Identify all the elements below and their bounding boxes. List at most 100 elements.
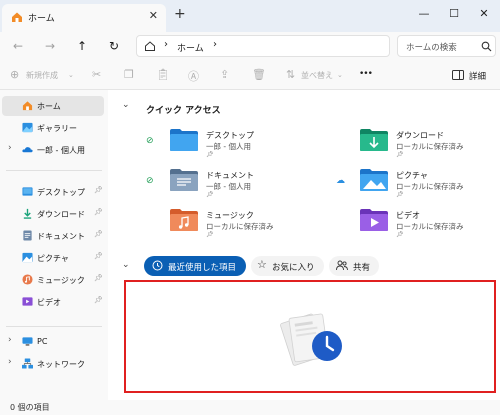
pin-icon: 📌︎ [94, 230, 103, 238]
item-location: ローカルに保存済み [396, 142, 464, 151]
quick-access-desktop[interactable]: デスクトップ 一郎 - 個人用 📌︎ [170, 126, 320, 160]
pin-icon: 📌︎ [396, 151, 404, 158]
chevron-right-icon[interactable]: › [213, 39, 217, 50]
pin-icon: 📌︎ [396, 231, 404, 238]
forward-button[interactable]: → [40, 37, 60, 55]
sidebar-item-label: ミュージック [37, 276, 85, 285]
sidebar-item-network[interactable]: › ネットワーク [2, 354, 104, 374]
chevron-right-icon[interactable]: › [8, 357, 12, 367]
new-button[interactable]: 新規作成 [26, 70, 58, 81]
cut-icon[interactable]: ✂ [92, 68, 101, 81]
divider [6, 326, 102, 327]
sidebar-item-onedrive[interactable]: › 一郎 - 個人用 [2, 140, 104, 160]
sidebar-item-documents[interactable]: ドキュメント 📌︎ [2, 226, 104, 246]
quick-access-music[interactable]: ミュージック ローカルに保存済み 📌︎ [170, 206, 320, 240]
share-icon[interactable]: ⇪ [220, 68, 229, 81]
sidebar-item-desktop[interactable]: デスクトップ 📌︎ [2, 182, 104, 202]
item-name: ミュージック [206, 211, 254, 220]
desktop-icon [22, 187, 33, 196]
status-bar: 0 個の項目 [0, 400, 500, 415]
pin-icon: 📌︎ [206, 151, 214, 158]
copy-icon[interactable]: ❐ [124, 68, 134, 81]
pin-icon: 📌︎ [206, 191, 214, 198]
item-name: ダウンロード [396, 131, 444, 140]
chevron-down-icon[interactable]: ⌄ [122, 260, 130, 270]
item-location: ローカルに保存済み [396, 222, 464, 231]
sidebar-item-label: ダウンロード [37, 210, 85, 219]
more-options-button[interactable]: ••• [359, 69, 373, 79]
up-button[interactable]: ↑ [72, 37, 92, 55]
sidebar-item-gallery[interactable]: ギャラリー [2, 118, 104, 138]
videos-folder-icon [360, 209, 388, 231]
chevron-right-icon[interactable]: › [8, 143, 12, 153]
download-icon [23, 208, 32, 219]
empty-recent-illustration-icon [280, 313, 342, 366]
network-icon [22, 358, 33, 369]
tab-shared[interactable]: 共有 [329, 256, 379, 276]
sidebar-item-downloads[interactable]: ダウンロード 📌︎ [2, 204, 104, 224]
delete-icon[interactable]: 🗑︎ [252, 68, 266, 81]
sidebar-item-label: ピクチャ [37, 254, 69, 263]
new-icon: ⊕ [10, 68, 20, 81]
new-tab-button[interactable]: + [174, 6, 186, 22]
title-bar: ホーム ✕ + — ☐ ✕ [0, 0, 500, 32]
item-name: ドキュメント [206, 171, 254, 180]
address-bar[interactable]: › ホーム › [136, 35, 390, 57]
people-icon [336, 260, 348, 271]
documents-icon [23, 230, 32, 241]
synced-status-icon: ⊘ [146, 136, 154, 146]
maximize-button[interactable]: ☐ [440, 3, 468, 25]
pin-icon: 📌︎ [94, 208, 103, 216]
home-outline-icon [145, 41, 155, 51]
sidebar-item-label: ビデオ [37, 298, 61, 307]
details-button[interactable]: 詳細 [469, 70, 486, 82]
sidebar-item-home[interactable]: ホーム [2, 96, 104, 116]
tab-recent[interactable]: 最近使用した項目 [144, 256, 246, 276]
search-box[interactable]: ホームの検索 [397, 35, 496, 57]
search-input[interactable]: ホームの検索 [406, 41, 457, 53]
item-name: ピクチャ [396, 171, 428, 180]
pin-icon: 📌︎ [206, 231, 214, 238]
breadcrumb-home[interactable]: ホーム [177, 41, 204, 54]
videos-icon [22, 297, 33, 306]
close-tab-icon[interactable]: ✕ [149, 9, 158, 22]
documents-folder-icon [170, 169, 198, 191]
sidebar-item-label: 一郎 - 個人用 [37, 146, 85, 155]
item-location: ローカルに保存済み [206, 222, 274, 231]
minimize-button[interactable]: — [410, 3, 438, 25]
paste-icon[interactable]: 📋︎ [156, 68, 170, 81]
downloads-folder-icon [360, 129, 388, 151]
pin-icon: 📌︎ [94, 186, 103, 194]
rename-icon[interactable]: Ⓐ [188, 68, 199, 84]
sidebar-item-pc[interactable]: › PC [2, 332, 104, 352]
navigation-bar: ← → ↑ ↻ › ホーム › ホームの検索 [0, 32, 500, 60]
chevron-down-icon[interactable]: ⌄ [122, 100, 130, 110]
pin-icon: 📌︎ [94, 252, 103, 260]
tab-label: お気に入り [272, 263, 315, 273]
close-window-button[interactable]: ✕ [470, 3, 498, 25]
quick-access-pictures[interactable]: ピクチャ ローカルに保存済み 📌︎ [360, 166, 500, 200]
recent-files-area [124, 280, 496, 393]
navigation-pane: ホーム ギャラリー › 一郎 - 個人用 デスクトップ 📌︎ ダウンロード 📌︎… [0, 90, 108, 400]
quick-access-videos[interactable]: ビデオ ローカルに保存済み 📌︎ [360, 206, 500, 240]
chevron-right-icon[interactable]: › [8, 335, 12, 345]
desktop-folder-icon [170, 129, 198, 151]
onedrive-icon [22, 147, 33, 153]
tab-home[interactable]: ホーム ✕ [2, 4, 166, 32]
command-bar: ⊕ 新規作成 ⌄ ✂ ❐ 📋︎ Ⓐ ⇪ 🗑︎ ⇅ 並べ替え ⌄ ••• 詳細 [0, 60, 500, 90]
sidebar-item-pictures[interactable]: ピクチャ 📌︎ [2, 248, 104, 268]
item-name: デスクトップ [206, 131, 254, 140]
tab-favorites[interactable]: ☆ お気に入り [251, 256, 324, 276]
music-icon [22, 274, 33, 285]
refresh-button[interactable]: ↻ [104, 37, 124, 55]
gallery-icon [22, 122, 33, 133]
sidebar-item-videos[interactable]: ビデオ 📌︎ [2, 292, 104, 312]
item-location: ローカルに保存済み [396, 182, 464, 191]
sidebar-item-music[interactable]: ミュージック 📌︎ [2, 270, 104, 290]
sort-button[interactable]: 並べ替え [301, 70, 333, 81]
back-button[interactable]: ← [8, 37, 28, 55]
quick-access-downloads[interactable]: ダウンロード ローカルに保存済み 📌︎ [360, 126, 500, 160]
pictures-icon [22, 252, 33, 263]
tab-title: ホーム [28, 14, 55, 24]
quick-access-documents[interactable]: ドキュメント 一郎 - 個人用 📌︎ [170, 166, 320, 200]
